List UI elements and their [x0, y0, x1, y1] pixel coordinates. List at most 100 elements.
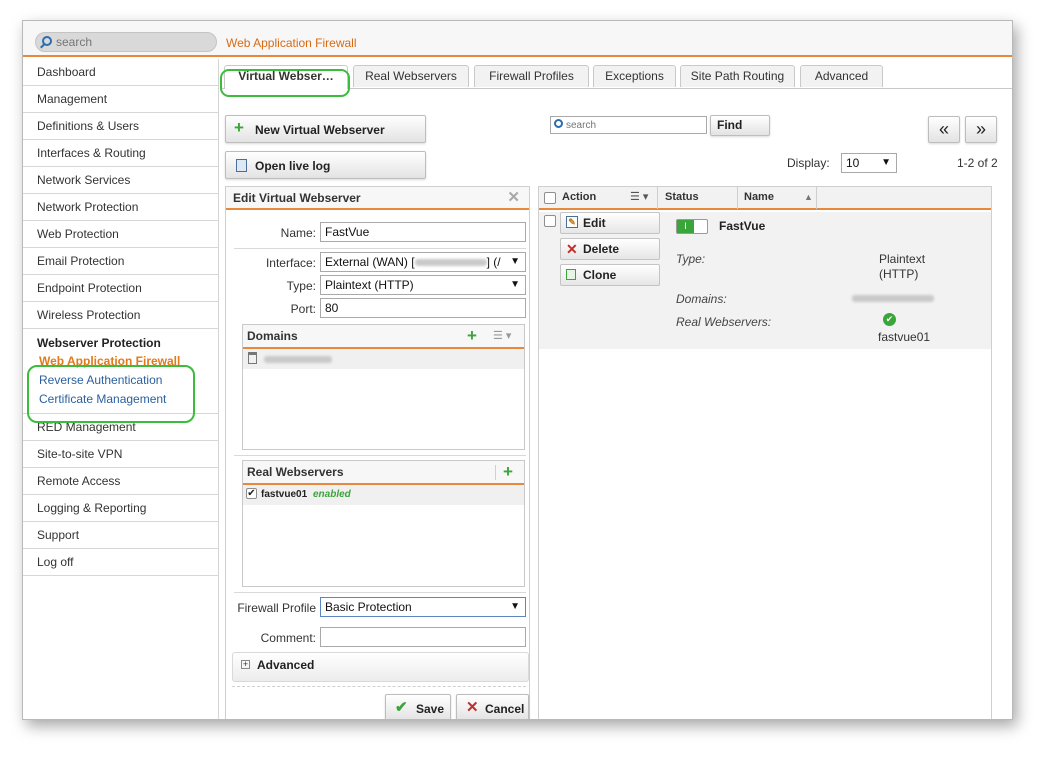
real-webservers-title: Real Webservers	[247, 465, 344, 479]
domains-box: Domains + ☰ ▾	[242, 324, 525, 450]
nav-network-protection[interactable]: Network Protection	[23, 194, 218, 221]
comment-label: Comment:	[260, 631, 316, 645]
nav-dashboard[interactable]: Dashboard	[23, 59, 218, 86]
real-webserver-name: fastvue01	[261, 489, 308, 500]
type-select[interactable]: Plaintext (HTTP) ▼	[320, 275, 526, 295]
header-divider	[495, 465, 496, 480]
nav-endpoint-protection[interactable]: Endpoint Protection	[23, 275, 218, 302]
trash-icon[interactable]	[248, 352, 257, 364]
name-field[interactable]: FastVue	[320, 222, 526, 242]
firewall-profile-select[interactable]: Basic Protection ▼	[320, 597, 526, 617]
display-count-select[interactable]: 10 ▼	[841, 153, 897, 173]
advanced-label: Advanced	[257, 658, 315, 672]
real-webserver-checkbox[interactable]: ✔	[246, 488, 257, 499]
col-action-label: Action	[562, 191, 597, 203]
nav-webserver-protection[interactable]: Webserver Protection	[23, 334, 218, 352]
list-options-icon[interactable]: ☰ ▾	[493, 325, 511, 348]
nav-reverse-authentication[interactable]: Reverse Authentication	[23, 371, 218, 390]
row-checkbox[interactable]	[544, 215, 556, 227]
comment-field[interactable]	[320, 627, 526, 647]
domain-row[interactable]	[243, 349, 524, 369]
expand-icon[interactable]: +	[241, 660, 250, 669]
type-value-line1: Plaintext	[879, 252, 926, 266]
col-name-label: Name	[744, 191, 774, 203]
delete-label: Delete	[583, 242, 620, 256]
global-search-input[interactable]	[56, 34, 211, 50]
column-menu-icon[interactable]: ☰ ▾	[630, 187, 648, 208]
nav-remote-access[interactable]: Remote Access	[23, 468, 218, 495]
enable-toggle[interactable]: I	[676, 219, 708, 234]
nav-interfaces-routing[interactable]: Interfaces & Routing	[23, 140, 218, 167]
checkmark-icon: ✔	[395, 699, 408, 716]
real-webservers-label: Real Webservers:	[676, 315, 772, 329]
nav-support[interactable]: Support	[23, 522, 218, 549]
edit-button[interactable]: ✎ Edit	[560, 212, 660, 234]
firewall-profile-label: Firewall Profile	[237, 601, 316, 615]
real-webserver-row: ✔ fastvue01 enabled	[243, 485, 524, 505]
nav-site-to-site-vpn[interactable]: Site-to-site VPN	[23, 441, 218, 468]
log-icon	[236, 159, 247, 172]
display-label: Display:	[787, 156, 830, 170]
save-label: Save	[416, 702, 445, 716]
nav-definitions-users[interactable]: Definitions & Users	[23, 113, 218, 140]
global-search[interactable]	[35, 32, 217, 52]
list-search-field[interactable]	[550, 116, 707, 134]
cancel-button[interactable]: ✕ Cancel	[456, 694, 529, 719]
name-label: Name:	[280, 226, 316, 240]
sidebar: Dashboard Management Definitions & Users…	[23, 59, 219, 719]
tab-real-webservers[interactable]: Real Webservers	[353, 65, 469, 87]
col-name[interactable]: Name ▲	[738, 187, 817, 209]
interface-value: External (WAN) [	[325, 255, 415, 269]
nav-log-off[interactable]: Log off	[23, 549, 218, 576]
redacted-domain	[264, 356, 332, 363]
tab-site-path-routing[interactable]: Site Path Routing	[680, 65, 795, 87]
next-page-icon[interactable]: »	[965, 116, 997, 143]
nav-wireless-protection[interactable]: Wireless Protection	[23, 302, 218, 329]
tab-exceptions[interactable]: Exceptions	[593, 65, 676, 87]
type-label: Type:	[286, 279, 316, 293]
clone-label: Clone	[583, 268, 617, 282]
clone-button[interactable]: Clone	[560, 264, 660, 286]
nav-web-protection[interactable]: Web Protection	[23, 221, 218, 248]
toggle-on-indicator: I	[677, 220, 694, 233]
delete-icon: ✕	[566, 241, 578, 257]
nav-logging-reporting[interactable]: Logging & Reporting	[23, 495, 218, 522]
sort-asc-icon[interactable]: ▲	[804, 187, 813, 208]
nav-management[interactable]: Management	[23, 86, 218, 113]
chevron-down-icon: ▼	[510, 601, 520, 612]
virtual-webservers-list: Action ☰ ▾ Status Name ▲ ✎ Edit ✕ Delete	[538, 186, 992, 719]
tab-advanced[interactable]: Advanced	[800, 65, 883, 87]
breadcrumb: Web Application Firewall	[226, 36, 357, 50]
port-field[interactable]: 80	[320, 298, 526, 318]
new-virtual-webserver-label: New Virtual Webserver	[255, 123, 385, 137]
advanced-section[interactable]: + Advanced	[232, 652, 529, 682]
main-content: Virtual Webser… Real Webservers Firewall…	[220, 59, 1012, 719]
divider	[234, 455, 526, 456]
nav-email-protection[interactable]: Email Protection	[23, 248, 218, 275]
add-domain-icon[interactable]: +	[467, 324, 477, 347]
footer-divider	[232, 686, 526, 687]
col-status[interactable]: Status	[659, 187, 738, 209]
real-webserver-status: enabled	[313, 489, 351, 500]
find-button[interactable]: Find	[710, 115, 770, 136]
nav-web-application-firewall[interactable]: Web Application Firewall	[23, 352, 218, 371]
delete-button[interactable]: ✕ Delete	[560, 238, 660, 260]
nav-network-services[interactable]: Network Services	[23, 167, 218, 194]
nav-red-management[interactable]: RED Management	[23, 414, 218, 441]
tab-firewall-profiles[interactable]: Firewall Profiles	[474, 65, 589, 87]
open-live-log-button[interactable]: Open live log	[225, 151, 426, 179]
prev-page-icon[interactable]: «	[928, 116, 960, 143]
new-virtual-webserver-button[interactable]: + New Virtual Webserver	[225, 115, 426, 143]
save-button[interactable]: ✔ Save	[385, 694, 451, 719]
select-all-checkbox[interactable]	[544, 192, 556, 204]
col-action[interactable]: Action ☰ ▾	[556, 187, 658, 209]
type-value: Plaintext (HTTP)	[325, 278, 414, 292]
tab-virtual-webservers[interactable]: Virtual Webser…	[224, 65, 348, 89]
close-icon[interactable]: ✕	[507, 187, 520, 209]
domains-title: Domains	[247, 329, 298, 343]
search-icon	[554, 119, 563, 128]
interface-select[interactable]: External (WAN) [] (/ ▼	[320, 252, 526, 272]
nav-certificate-management[interactable]: Certificate Management	[23, 390, 218, 409]
add-real-webserver-icon[interactable]: +	[503, 460, 513, 483]
list-search-input[interactable]	[566, 118, 704, 132]
